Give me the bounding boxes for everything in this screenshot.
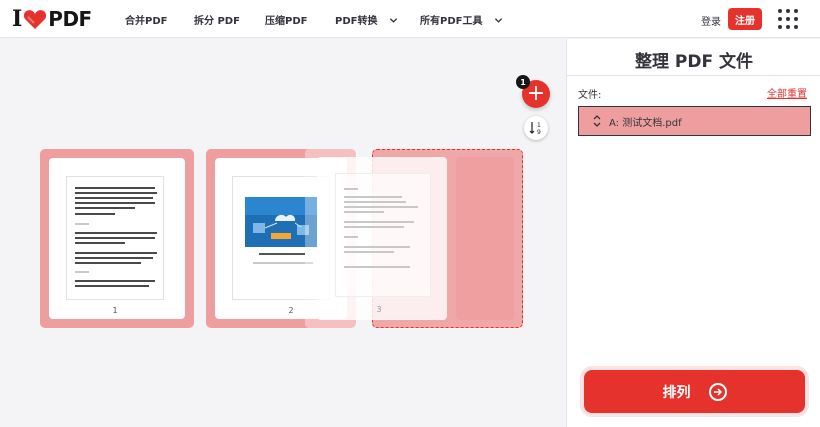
file-count-badge: 1	[516, 75, 530, 89]
page-number: 2	[288, 306, 294, 315]
reorder-arrows-icon	[593, 115, 601, 127]
page-preview	[66, 176, 164, 300]
file-list-item[interactable]: A: 测试文档.pdf	[578, 106, 811, 136]
submit-label: 排列	[662, 384, 691, 401]
nav-convert-pdf[interactable]: PDF转换	[335, 12, 398, 27]
panel-title: 整理 PDF 文件	[634, 52, 754, 72]
nav-split-pdf[interactable]: 拆分 PDF	[194, 12, 240, 27]
svg-text:1: 1	[537, 122, 541, 129]
drag-shadow	[456, 157, 514, 320]
file-name: A: 测试文档.pdf	[609, 117, 682, 129]
arrow-right-circle-icon	[708, 382, 727, 401]
organize-panel: 整理 PDF 文件 文件: 全部重置 A: 测试文档.pdf 排列	[566, 39, 820, 427]
login-link[interactable]: 登录	[701, 13, 721, 28]
chevron-down-icon	[494, 18, 503, 23]
apps-grid-icon[interactable]	[778, 9, 798, 29]
logo-text: PDF	[48, 7, 92, 31]
sort-order-button[interactable]: 1 9	[524, 116, 548, 140]
signup-button[interactable]: 注册	[728, 8, 762, 30]
top-navbar: I PDF 合并PDF 拆分 PDF 压缩PDF PDF转换 所有PDF工具 登…	[0, 0, 820, 38]
logo-letter: I	[12, 6, 23, 32]
files-label: 文件:	[578, 90, 602, 101]
organize-submit-button[interactable]: 排列	[584, 370, 805, 413]
divider	[567, 75, 820, 76]
page-thumbnail: 1	[49, 158, 185, 319]
page-preview	[335, 173, 431, 297]
sort-numeric-icon: 1 9	[529, 122, 541, 135]
chevron-down-icon	[389, 18, 398, 23]
nav-compress-pdf[interactable]: 压缩PDF	[265, 12, 307, 27]
page-thumbnail-dragging[interactable]: 3	[317, 157, 447, 320]
heart-icon	[24, 10, 47, 29]
page-number: 1	[112, 306, 118, 315]
nav-all-tools[interactable]: 所有PDF工具	[420, 12, 503, 27]
reset-all-link[interactable]: 全部重置	[767, 85, 807, 100]
page-card[interactable]: 1	[40, 149, 194, 328]
svg-text:9: 9	[537, 129, 541, 135]
ilovepdf-logo[interactable]: I PDF	[12, 6, 92, 32]
nav-merge-pdf[interactable]: 合并PDF	[125, 12, 167, 27]
page-number: 3	[376, 305, 382, 314]
